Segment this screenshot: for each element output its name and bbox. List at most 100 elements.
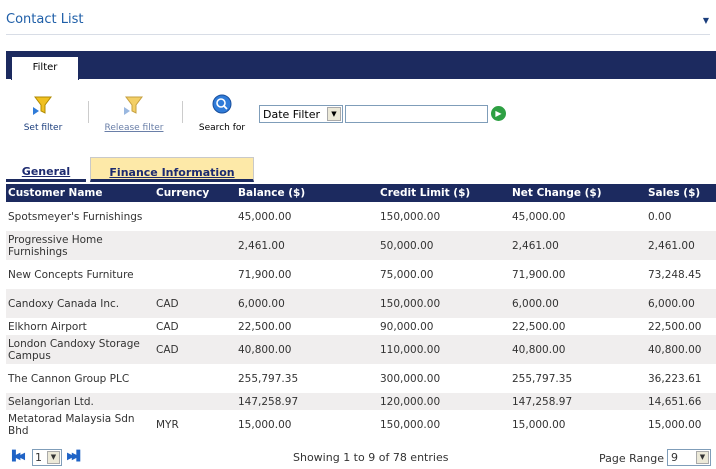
table-row[interactable]: The Cannon Group PLC 255,797.35 300,000.… (6, 364, 716, 393)
table-cell: 150,000.00 (380, 418, 441, 431)
table-cell: 45,000.00 (512, 210, 566, 223)
table-row[interactable]: Selangorian Ltd. 147,258.97 120,000.00 1… (6, 393, 716, 410)
set-filter-label: Set filter (23, 123, 63, 133)
table-cell: 75,000.00 (380, 268, 434, 281)
table-cell (154, 393, 236, 410)
table-cell: 2,461.00 (236, 231, 378, 260)
table-cell: Selangorian Ltd. (6, 393, 154, 410)
table-cell: 22,500.00 (238, 320, 292, 333)
table-cell: 15,000.00 (512, 418, 566, 431)
date-filter-value: Date Filter (263, 108, 321, 121)
table-cell: Elkhorn Airport (8, 320, 87, 333)
column-header[interactable]: Sales ($) (646, 184, 716, 202)
first-page-icon[interactable]: ▐◀◀ (8, 451, 25, 462)
table-cell: 150,000.00 (378, 289, 510, 318)
search-for-label: Search for (198, 123, 246, 133)
column-header[interactable]: Credit Limit ($) (378, 184, 510, 202)
table-cell: MYR (156, 418, 179, 431)
set-filter-button[interactable]: Set filter (18, 93, 68, 133)
table-cell (154, 364, 236, 393)
table-cell: CAD (154, 335, 236, 364)
tab-finance-information[interactable]: Finance Information (90, 157, 254, 182)
table-header-row: Customer Name Currency Balance ($) Credi… (6, 184, 716, 202)
table-cell: 36,223.61 (648, 372, 702, 385)
filter-tab[interactable]: Filter (11, 56, 79, 80)
table-cell: 147,258.97 (236, 393, 378, 410)
table-cell: 0.00 (648, 210, 672, 223)
table-cell (154, 202, 236, 231)
table-cell: 255,797.35 (512, 372, 573, 385)
table-cell: 147,258.97 (510, 393, 646, 410)
table-cell: 6,000.00 (510, 289, 646, 318)
table-cell: The Cannon Group PLC (8, 372, 130, 385)
table-cell: Candoxy Canada Inc. (6, 289, 154, 318)
table-cell: 73,248.45 (648, 268, 702, 281)
toolbar-divider (88, 101, 89, 123)
table-cell: 6,000.00 (646, 289, 716, 318)
dropdown-arrow-icon: ▼ (47, 451, 60, 464)
column-header[interactable]: Balance ($) (236, 184, 378, 202)
toolbar-divider (182, 101, 183, 123)
table-row[interactable]: Spotsmeyer's Furnishings 45,000.00 150,0… (6, 202, 716, 231)
page-range-select[interactable]: 9 ▼ (667, 449, 711, 466)
funnel-icon (33, 96, 52, 115)
table-cell: London Candoxy Storage Campus (6, 335, 154, 364)
entries-summary: Showing 1 to 9 of 78 entries (293, 451, 449, 464)
table-cell: 71,900.00 (512, 268, 566, 281)
table-cell: 40,800.00 (646, 335, 716, 364)
table-cell: 300,000.00 (380, 372, 441, 385)
table-cell: 2,461.00 (646, 231, 716, 260)
table-cell: 50,000.00 (378, 231, 510, 260)
play-icon: ▶ (495, 109, 502, 118)
customer-table: Customer Name Currency Balance ($) Credi… (6, 184, 716, 439)
table-cell: CAD (156, 320, 179, 333)
chevron-down-icon[interactable]: ▼ (703, 16, 709, 25)
table-row[interactable]: Candoxy Canada Inc. CAD 6,000.00 150,000… (6, 289, 716, 318)
table-cell: 15,000.00 (238, 418, 292, 431)
table-cell: 150,000.00 (380, 210, 441, 223)
tab-general[interactable]: General (6, 157, 86, 182)
table-cell: 2,461.00 (510, 231, 646, 260)
table-cell: 110,000.00 (378, 335, 510, 364)
search-icon (212, 94, 232, 114)
table-cell: Progressive Home Furnishings (6, 231, 154, 260)
search-button[interactable]: Search for (193, 93, 251, 133)
column-header[interactable]: Net Change ($) (510, 184, 646, 202)
column-header[interactable]: Customer Name (6, 184, 154, 202)
page-select[interactable]: 1 ▼ (32, 449, 62, 466)
table-row[interactable]: Metatorad Malaysia Sdn Bhd MYR 15,000.00… (6, 410, 716, 439)
table-cell: 45,000.00 (238, 210, 292, 223)
dropdown-arrow-icon: ▼ (696, 451, 709, 464)
table-row[interactable]: Elkhorn Airport CAD 22,500.00 90,000.00 … (6, 318, 716, 335)
filter-bar (6, 51, 716, 79)
table-cell: 71,900.00 (238, 268, 292, 281)
table-cell (154, 231, 236, 260)
table-row[interactable]: New Concepts Furniture 71,900.00 75,000.… (6, 260, 716, 289)
tab-strip: General Finance Information (6, 157, 716, 183)
table-row[interactable]: Progressive Home Furnishings 2,461.00 50… (6, 231, 716, 260)
table-cell: 14,651.66 (646, 393, 716, 410)
page-value: 1 (35, 451, 42, 464)
table-cell: Metatorad Malaysia Sdn Bhd (8, 412, 135, 437)
release-filter-label: Release filter (104, 123, 164, 133)
table-cell: 22,500.00 (648, 320, 702, 333)
last-page-icon[interactable]: ▶▶▌ (67, 451, 84, 462)
table-cell: 40,800.00 (236, 335, 378, 364)
column-header[interactable]: Currency (154, 184, 236, 202)
release-filter-button[interactable]: Release filter (98, 93, 170, 133)
title-divider (6, 34, 710, 35)
funnel-icon (124, 96, 143, 115)
date-filter-input[interactable] (345, 105, 488, 123)
table-cell: 255,797.35 (238, 372, 299, 385)
table-cell: CAD (154, 289, 236, 318)
table-cell (154, 260, 236, 289)
table-cell: 15,000.00 (648, 418, 702, 431)
page-range-value: 9 (671, 451, 678, 464)
table-cell: 90,000.00 (380, 320, 434, 333)
table-cell: 120,000.00 (378, 393, 510, 410)
go-button[interactable]: ▶ (491, 106, 506, 121)
table-cell: 22,500.00 (512, 320, 566, 333)
date-filter-select[interactable]: Date Filter ▼ (259, 105, 343, 123)
table-row[interactable]: London Candoxy Storage Campus CAD 40,800… (6, 335, 716, 364)
table-cell: Spotsmeyer's Furnishings (8, 210, 143, 223)
